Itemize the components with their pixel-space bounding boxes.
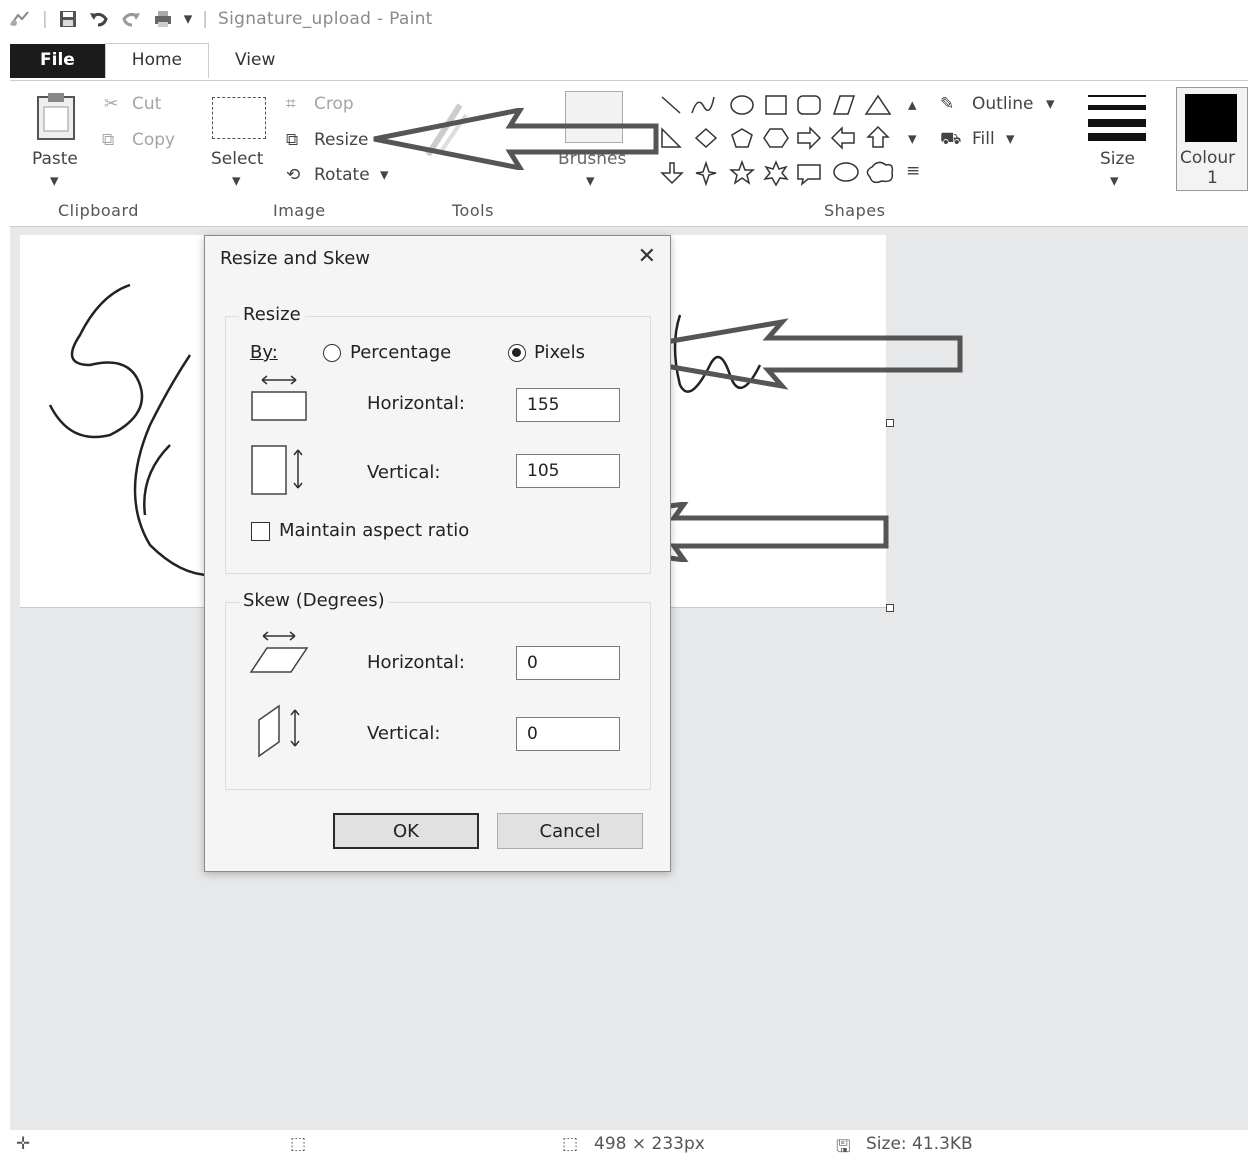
paint-app-icon bbox=[10, 11, 29, 26]
pixels-radio[interactable] bbox=[508, 344, 526, 362]
vertical-resize-icon bbox=[251, 445, 303, 495]
shapes-group-label: Shapes bbox=[824, 201, 886, 220]
brushes-dropdown-icon[interactable]: ▾ bbox=[586, 171, 595, 191]
shapes-scroll-up-icon[interactable]: ▴ bbox=[908, 95, 917, 115]
size-icon[interactable] bbox=[1088, 93, 1146, 141]
tools-group-label: Tools bbox=[452, 201, 494, 220]
copy-button[interactable]: Copy bbox=[132, 130, 175, 150]
skew-vertical-input[interactable] bbox=[516, 717, 620, 751]
cut-icon: ✂ bbox=[104, 94, 119, 114]
pencil-icon[interactable] bbox=[420, 99, 470, 159]
select-icon[interactable] bbox=[212, 97, 266, 139]
skew-horizontal-input[interactable] bbox=[516, 646, 620, 680]
copy-icon: ⧉ bbox=[102, 130, 115, 150]
colour-1-button[interactable]: Colour 1 bbox=[1176, 87, 1248, 191]
select-button[interactable]: Select bbox=[211, 149, 263, 169]
outline-button[interactable]: Outline bbox=[972, 94, 1034, 114]
colour-label: Colour bbox=[1180, 148, 1236, 168]
fill-button[interactable]: Fill bbox=[972, 129, 995, 149]
vertical-skew-icon bbox=[258, 704, 300, 758]
brushes-icon[interactable] bbox=[565, 91, 623, 143]
close-icon[interactable]: ✕ bbox=[638, 244, 656, 269]
print-icon[interactable] bbox=[152, 9, 174, 29]
window-title: Signature_upload - Paint bbox=[218, 9, 433, 29]
status-bar: ✛ ⬚ ⬚ 498 × 233px 🖫 Size: 41.3KB bbox=[0, 1130, 1251, 1158]
clipboard-group-label: Clipboard bbox=[58, 201, 139, 220]
percentage-label[interactable]: Percentage bbox=[350, 342, 451, 363]
file-size: Size: 41.3KB bbox=[866, 1134, 973, 1154]
separator: | bbox=[42, 9, 48, 29]
paste-icon[interactable] bbox=[34, 91, 80, 143]
horizontal-skew-icon bbox=[249, 631, 309, 673]
paste-dropdown-icon[interactable]: ▾ bbox=[50, 171, 59, 191]
resize-legend: Resize bbox=[239, 304, 305, 325]
tab-view[interactable]: View bbox=[209, 44, 301, 78]
resize-vertical-label: Vertical: bbox=[367, 462, 441, 483]
pixels-label[interactable]: Pixels bbox=[534, 342, 585, 363]
redo-icon[interactable] bbox=[120, 9, 142, 29]
undo-icon[interactable] bbox=[88, 9, 110, 29]
shapes-scroll-down-icon[interactable]: ▾ bbox=[908, 129, 917, 149]
size-dropdown-icon[interactable]: ▾ bbox=[1110, 171, 1119, 191]
image-group-label: Image bbox=[273, 201, 326, 220]
cut-button[interactable]: Cut bbox=[132, 94, 161, 114]
image-dimensions: 498 × 233px bbox=[594, 1134, 705, 1154]
percentage-radio[interactable] bbox=[323, 344, 341, 362]
tab-home[interactable]: Home bbox=[104, 43, 209, 78]
image-dimensions-icon: ⬚ bbox=[562, 1134, 579, 1154]
resize-handle-right[interactable] bbox=[886, 419, 894, 427]
shapes-gallery[interactable] bbox=[658, 93, 928, 187]
colour-number: 1 bbox=[1207, 168, 1218, 188]
save-icon[interactable] bbox=[58, 9, 78, 29]
resize-skew-dialog: Resize and Skew ✕ Resize By: Percentage … bbox=[204, 235, 671, 872]
dialog-title: Resize and Skew bbox=[220, 248, 370, 269]
cancel-button[interactable]: Cancel bbox=[497, 813, 643, 849]
crop-button[interactable]: Crop bbox=[314, 94, 354, 114]
resize-button[interactable]: Resize bbox=[314, 130, 368, 150]
skew-vertical-label: Vertical: bbox=[367, 723, 441, 744]
crop-icon: ⌗ bbox=[286, 94, 296, 114]
rotate-dropdown-icon[interactable]: ▾ bbox=[380, 165, 389, 185]
rotate-icon: ⟲ bbox=[286, 165, 301, 185]
cursor-position-icon: ✛ bbox=[16, 1134, 31, 1154]
selection-size-icon: ⬚ bbox=[290, 1134, 307, 1154]
rotate-button[interactable]: Rotate bbox=[314, 165, 370, 185]
maintain-aspect-checkbox[interactable] bbox=[251, 522, 270, 541]
colour-swatch bbox=[1185, 94, 1237, 142]
tab-file[interactable]: File bbox=[10, 44, 105, 78]
brushes-button[interactable]: Brushes bbox=[558, 149, 626, 169]
skew-legend: Skew (Degrees) bbox=[239, 590, 389, 611]
resize-horizontal-label: Horizontal: bbox=[367, 393, 465, 414]
fill-icon: ⛟ bbox=[940, 129, 962, 149]
resize-handle-corner[interactable] bbox=[886, 604, 894, 612]
maintain-aspect-label[interactable]: Maintain aspect ratio bbox=[279, 520, 469, 541]
resize-icon: ⧉ bbox=[286, 130, 299, 150]
resize-horizontal-input[interactable] bbox=[516, 388, 620, 422]
quick-access-toolbar: | ▾ | bbox=[0, 9, 208, 29]
resize-vertical-input[interactable] bbox=[516, 454, 620, 488]
file-size-icon: 🖫 bbox=[836, 1137, 851, 1157]
ribbon-tabs: File Home View bbox=[0, 40, 301, 78]
ok-button[interactable]: OK bbox=[333, 813, 479, 849]
fill-dropdown-icon[interactable]: ▾ bbox=[1006, 129, 1015, 149]
select-dropdown-icon[interactable]: ▾ bbox=[232, 171, 241, 191]
skew-horizontal-label: Horizontal: bbox=[367, 652, 465, 673]
size-button[interactable]: Size bbox=[1100, 149, 1135, 169]
separator: | bbox=[202, 9, 209, 29]
by-label: By: bbox=[250, 342, 278, 363]
ribbon: Paste ▾ ✂ Cut ⧉ Copy Clipboard Select ▾ … bbox=[10, 80, 1248, 227]
outline-icon: ✎ bbox=[940, 94, 955, 114]
title-bar: | ▾ | Signature_upload - Paint bbox=[0, 0, 1251, 38]
horizontal-resize-icon bbox=[251, 375, 307, 421]
paste-button[interactable]: Paste bbox=[32, 149, 78, 169]
outline-dropdown-icon[interactable]: ▾ bbox=[1046, 94, 1055, 114]
customize-quick-access-icon[interactable]: ▾ bbox=[184, 9, 193, 29]
shapes-more-icon[interactable]: ≡ bbox=[906, 161, 920, 181]
